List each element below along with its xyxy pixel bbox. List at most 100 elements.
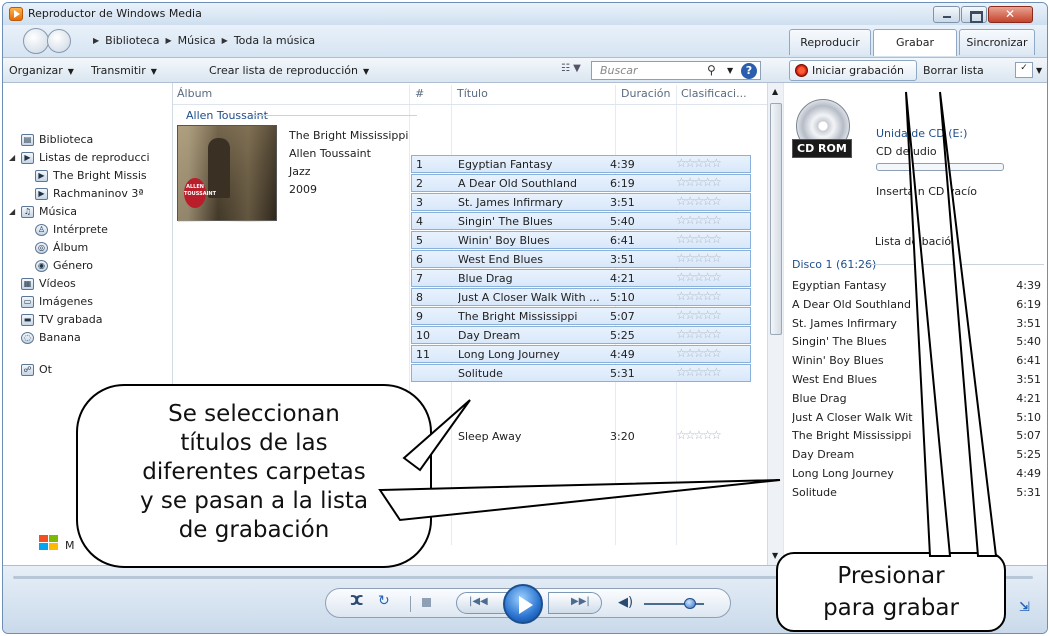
column-header-rating[interactable]: Clasificaci... (681, 87, 747, 100)
stop-icon[interactable] (422, 598, 431, 607)
back-button[interactable] (23, 28, 49, 54)
table-row[interactable]: 11 Long Long Journey 4:49 ☆☆☆☆☆ (411, 345, 751, 363)
switch-to-now-playing-icon[interactable]: ⇲ (1019, 600, 1030, 615)
forward-button[interactable] (47, 29, 71, 53)
tab-grabar[interactable]: Grabar (873, 29, 957, 56)
play-button[interactable] (503, 584, 543, 624)
table-row[interactable]: 7 Blue Drag 4:21 ☆☆☆☆☆ (411, 269, 751, 287)
maximize-button[interactable] (961, 6, 987, 23)
sidebar-item-listas[interactable]: ◢ ▶ Listas de reproducci (9, 151, 150, 164)
table-row[interactable]: 2 A Dear Old Southland 6:19 ☆☆☆☆☆ (411, 174, 751, 192)
sidebar-item-interprete[interactable]: ♙ Intérprete (35, 223, 108, 236)
table-row[interactable]: Sleep Away 3:20 ☆☆☆☆☆ (411, 427, 751, 445)
table-row[interactable]: 9 The Bright Mississippi 5:07 ☆☆☆☆☆ (411, 307, 751, 325)
list-options-icon[interactable]: ✓ (1015, 62, 1033, 78)
rating-stars-icon[interactable]: ☆☆☆☆☆ (676, 194, 722, 208)
sidebar-item-videos[interactable]: ▦ Vídeos (21, 277, 76, 290)
list-item[interactable]: Solitude 5:31 (792, 484, 1041, 502)
help-icon[interactable]: ? (741, 63, 757, 79)
list-item[interactable]: St. James Infirmary 3:51 (792, 315, 1041, 333)
list-item[interactable]: West End Blues 3:51 (792, 371, 1041, 389)
vertical-scrollbar[interactable]: ▲ ▼ (767, 83, 783, 565)
sidebar-item-musica[interactable]: ◢ ♫ Música (9, 205, 78, 218)
table-row[interactable]: 8 Just A Closer Walk With ... 5:10 ☆☆☆☆☆ (411, 288, 751, 306)
start-burn-button[interactable]: Iniciar grabación (789, 60, 917, 81)
list-item[interactable]: The Bright Mississippi 5:07 (792, 427, 1041, 445)
rating-stars-icon[interactable]: ☆☆☆☆☆ (676, 289, 722, 303)
clear-list-button[interactable]: Borrar lista (923, 64, 984, 77)
table-row[interactable]: 3 St. James Infirmary 3:51 ☆☆☆☆☆ (411, 193, 751, 211)
breadcrumb-item[interactable]: Música (178, 34, 216, 47)
organize-menu[interactable]: Organizar ▼ (9, 64, 74, 77)
table-row[interactable]: 5 Winin' Boy Blues 6:41 ☆☆☆☆☆ (411, 231, 751, 249)
stream-menu[interactable]: Transmitir ▼ (91, 64, 157, 77)
chevron-down-icon[interactable]: ▼ (727, 66, 733, 75)
rating-stars-icon[interactable]: ☆☆☆☆☆ (676, 175, 722, 189)
breadcrumb-item[interactable]: Toda la música (234, 34, 315, 47)
list-item[interactable]: Singin' The Blues 5:40 (792, 333, 1041, 351)
list-item[interactable]: Blue Drag 4:21 (792, 390, 1041, 408)
chevron-down-icon[interactable]: ▼ (1036, 66, 1042, 75)
sidebar-item-playlist-rachmaninov[interactable]: ▶ Rachmaninov 3ª (35, 187, 144, 200)
volume-slider-handle[interactable] (684, 598, 696, 609)
rating-stars-icon[interactable]: ☆☆☆☆☆ (676, 346, 722, 360)
table-row[interactable]: 10 Day Dream 5:25 ☆☆☆☆☆ (411, 326, 751, 344)
rating-stars-icon[interactable]: ☆☆☆☆☆ (676, 251, 722, 265)
list-item[interactable]: Just A Closer Walk Wit 5:10 (792, 409, 1041, 427)
table-row[interactable]: 6 West End Blues 3:51 ☆☆☆☆☆ (411, 250, 751, 268)
table-row[interactable]: 4 Singin' The Blues 5:40 ☆☆☆☆☆ (411, 212, 751, 230)
table-row[interactable]: 1 Egyptian Fantasy 4:39 ☆☆☆☆☆ (411, 155, 751, 173)
search-icon[interactable]: ⚲ (707, 63, 716, 77)
scroll-down-icon[interactable]: ▼ (772, 551, 778, 560)
create-playlist-menu[interactable]: Crear lista de reproducción ▼ (209, 64, 369, 77)
album-cover-art[interactable]: ALLEN TOUSSAINT (177, 125, 278, 222)
sidebar-item-playlist-bright[interactable]: ▶ The Bright Missis (35, 169, 147, 182)
tab-sincronizar[interactable]: Sincronizar (959, 29, 1035, 55)
sidebar-item-genero[interactable]: ◉ Género (35, 259, 93, 272)
list-item[interactable]: Winin' Boy Blues 6:41 (792, 352, 1041, 370)
next-track-button[interactable]: ▶▶| (548, 592, 602, 614)
view-options-icon[interactable]: ☷ ▼ (561, 63, 581, 74)
rating-stars-icon[interactable]: ☆☆☆☆☆ (676, 232, 722, 246)
breadcrumb-item[interactable]: Biblioteca (105, 34, 159, 47)
cd-drive-name[interactable]: Unida de CD (E:) (876, 127, 967, 140)
search-input[interactable]: Buscar (591, 61, 761, 80)
sidebar-item-other-libraries[interactable]: ☍ Ot (21, 363, 52, 376)
expand-arrow-icon[interactable]: ◢ (9, 153, 15, 162)
table-row[interactable]: Solitude 5:31 ☆☆☆☆☆ (411, 364, 751, 382)
tab-reproducir[interactable]: Reproducir (789, 29, 871, 55)
track-number: 11 (416, 348, 430, 361)
shuffle-icon[interactable]: ⵋ (350, 593, 365, 609)
rating-stars-icon[interactable]: ☆☆☆☆☆ (676, 428, 722, 442)
rating-stars-icon[interactable]: ☆☆☆☆☆ (676, 308, 722, 322)
sidebar-item-tv-grabada[interactable]: ▬ TV grabada (21, 313, 102, 326)
column-header-title[interactable]: Título (457, 87, 488, 100)
scroll-up-icon[interactable]: ▲ (772, 87, 778, 96)
repeat-icon[interactable]: ↻ (378, 593, 390, 609)
rating-stars-icon[interactable]: ☆☆☆☆☆ (676, 327, 722, 341)
rating-stars-icon[interactable]: ☆☆☆☆☆ (676, 213, 722, 227)
sidebar-item-label: Música (39, 205, 78, 218)
expand-arrow-icon[interactable]: ◢ (9, 207, 15, 216)
previous-track-button[interactable]: |◀◀ (456, 592, 510, 614)
rating-stars-icon[interactable]: ☆☆☆☆☆ (676, 270, 722, 284)
scrollbar-thumb[interactable] (770, 103, 782, 335)
column-header-album[interactable]: Álbum (177, 87, 212, 100)
volume-icon[interactable]: ◀) (618, 595, 633, 610)
playback-controls: ⵋ ↻ |◀◀ ▶▶| ◀) (325, 584, 731, 624)
column-header-number[interactable]: # (415, 87, 424, 100)
list-item[interactable]: A Dear Old Southland 6:19 (792, 296, 1041, 314)
media-guide-label[interactable]: M (65, 539, 75, 552)
close-button[interactable] (988, 6, 1033, 23)
rating-stars-icon[interactable]: ☆☆☆☆☆ (676, 365, 722, 379)
list-item[interactable]: Egyptian Fantasy 4:39 (792, 277, 1041, 295)
list-item[interactable]: Day Dream 5:25 (792, 446, 1041, 464)
sidebar-item-biblioteca[interactable]: ▤ Biblioteca (21, 133, 93, 146)
minimize-button[interactable] (933, 6, 960, 23)
column-header-duration[interactable]: Duración (621, 87, 671, 100)
sidebar-item-imagenes[interactable]: ▭ Imágenes (21, 295, 93, 308)
list-item[interactable]: Long Long Journey 4:49 (792, 465, 1041, 483)
rating-stars-icon[interactable]: ☆☆☆☆☆ (676, 156, 722, 170)
sidebar-item-device[interactable]: ◌ Banana (21, 331, 81, 344)
sidebar-item-album[interactable]: ◎ Álbum (35, 241, 88, 254)
